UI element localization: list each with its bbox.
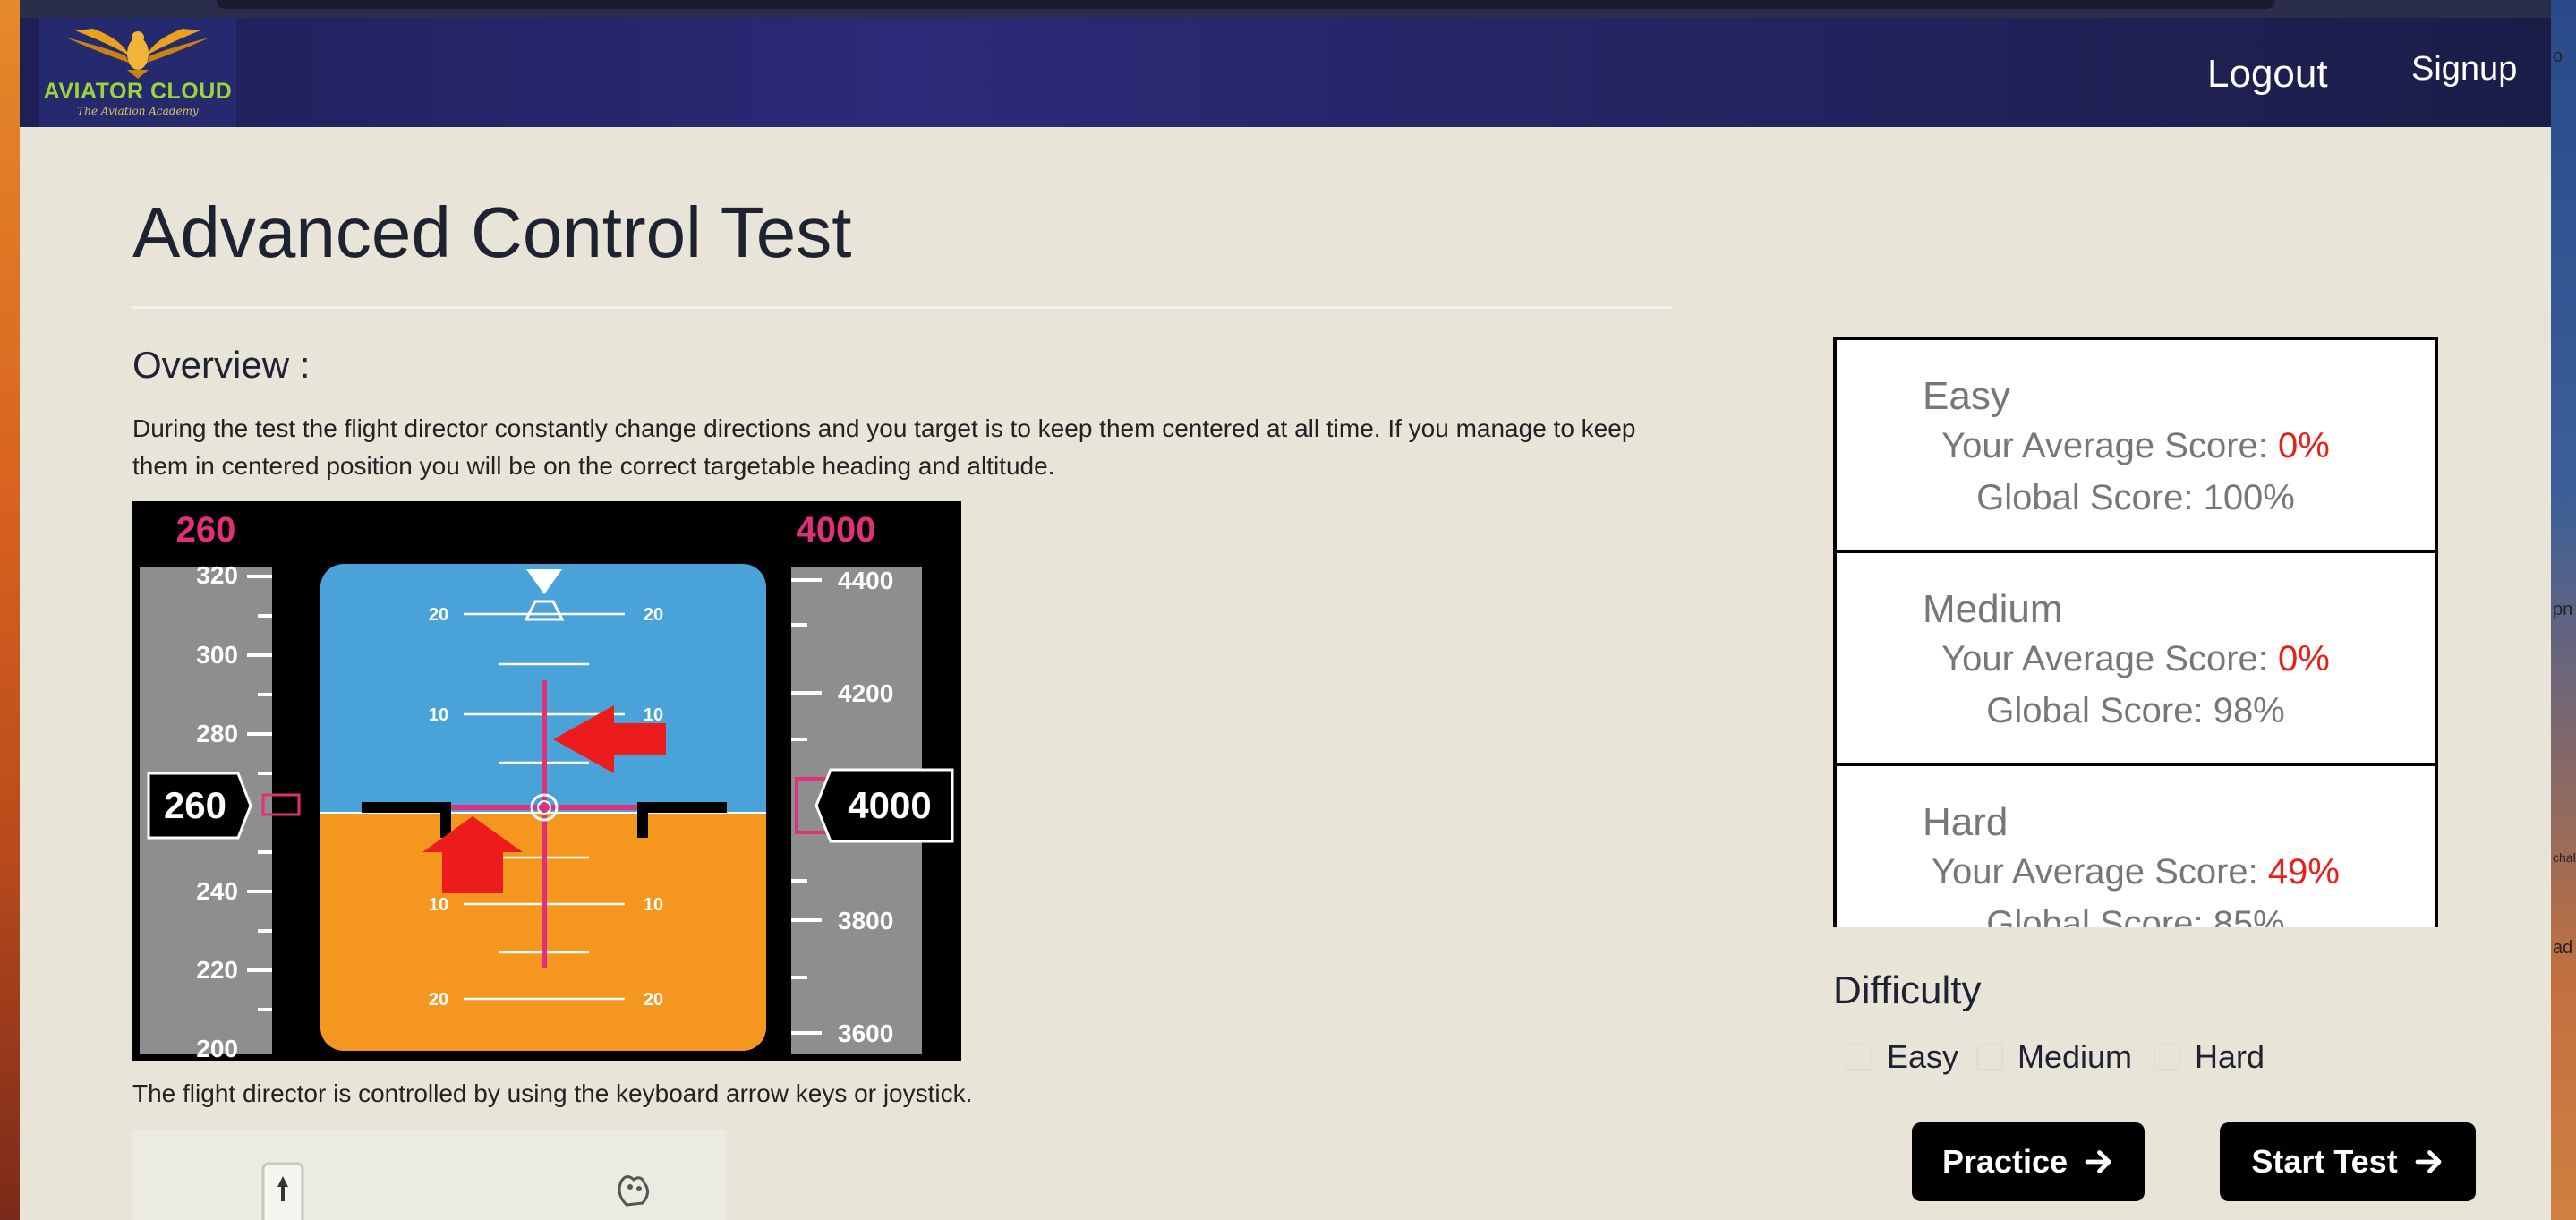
joystick-image [132,1130,727,1220]
altitude-readout: 4000 [848,784,931,826]
overview-heading: Overview : [132,344,311,386]
page-title: Advanced Control Test [132,192,852,272]
altitude-tick-label: 3800 [838,907,893,934]
desktop-text-fragment: ad [2553,938,2573,958]
difficulty-easy-checkbox[interactable] [1846,1044,1872,1071]
pitch-label: 10 [644,705,663,725]
primary-flight-display-image: 260 4000 320 300 280 240 220 200 20 20 1… [132,501,961,1062]
speed-tick-label: 280 [196,720,238,747]
browser-window: AVIATOR CLOUD The Aviation Academy Logou… [20,0,2551,1220]
average-score-value: 49% [2267,852,2340,892]
signup-link[interactable]: Signup [2411,50,2517,89]
difficulty-option-label: Easy [1887,1038,1959,1075]
speed-tick-label: 220 [196,956,238,984]
pitch-label: 10 [429,705,448,725]
start-test-button[interactable]: Start Test [2220,1122,2476,1201]
average-score-value: 0% [2278,426,2330,465]
difficulty-label: Difficulty [1833,968,1982,1012]
difficulty-medium-checkbox[interactable] [1976,1044,2003,1071]
global-score: Global Score: 85% [1986,904,2285,927]
score-level: Easy [1923,374,2010,418]
score-card-medium: Medium Your Average Score: 0% Global Sco… [1833,550,2438,766]
speed-bug-readout: 260 [176,510,236,550]
eagle-icon [66,29,209,79]
desktop-background-right: o pn chal ad [2551,0,2576,1220]
pitch-label: 20 [644,990,663,1010]
pitch-label: 20 [644,605,663,625]
speed-readout: 260 [164,784,226,826]
score-card-easy: Easy Your Average Score: 0% Global Score… [1833,337,2438,553]
average-score-value: 0% [2278,639,2330,678]
desktop-text-fragment: pn [2553,600,2573,619]
browser-top-strip [20,0,2551,18]
average-score-label: Your Average Score: [1941,426,2278,465]
difficulty-hard-checkbox[interactable] [2154,1044,2180,1071]
pitch-label: 20 [429,605,448,625]
title-divider [132,306,1672,309]
difficulty-medium-option[interactable]: Medium [1976,1038,2132,1076]
pitch-label: 10 [429,895,448,915]
arrow-right-icon [2415,1150,2442,1173]
average-score: Your Average Score: 0% [1837,426,2435,466]
score-card-hard: Hard Your Average Score: 49% Global Scor… [1833,763,2438,927]
difficulty-option-label: Medium [2017,1038,2133,1075]
speed-tick-label: 320 [196,561,238,589]
desktop-background-left [0,0,20,1220]
difficulty-hard-option[interactable]: Hard [2154,1038,2265,1076]
navbar: AVIATOR CLOUD The Aviation Academy Logou… [20,18,2551,127]
altitude-bug-readout: 4000 [797,510,876,550]
average-score-label: Your Average Score: [1932,852,2268,892]
controls-caption: The flight director is controlled by usi… [132,1079,973,1107]
altitude-tick-label: 4200 [838,679,893,707]
altitude-tick-label: 4400 [838,567,893,594]
average-score-label: Your Average Score: [1941,639,2278,678]
speed-tick-label: 240 [196,877,238,905]
practice-button[interactable]: Practice [1912,1122,2145,1201]
score-level: Hard [1923,800,2009,844]
brand-name: AVIATOR CLOUD [43,79,233,104]
start-test-button-label: Start Test [2251,1143,2398,1180]
global-score: Global Score: 100% [1976,478,2295,517]
score-level: Medium [1923,587,2063,631]
desktop-text-fragment: o [2553,47,2563,66]
difficulty-easy-option[interactable]: Easy [1846,1038,1958,1076]
average-score: Your Average Score: 0% [1837,639,2435,679]
altitude-tick-label: 3600 [838,1020,893,1047]
arrow-right-icon [2085,1150,2111,1173]
difficulty-option-label: Hard [2195,1038,2265,1075]
practice-button-label: Practice [1941,1143,2068,1180]
logout-link[interactable]: Logout [2207,52,2328,97]
desktop-text-fragment: chal [2553,850,2576,865]
joystick-icon [618,1175,649,1207]
pitch-label: 20 [429,990,448,1010]
overview-description: During the test the flight director cons… [132,414,1636,480]
speed-tick-label: 300 [196,641,238,669]
global-score: Global Score: 98% [1986,691,2285,730]
score-panel[interactable]: Easy Your Average Score: 0% Global Score… [1833,337,2438,927]
brand-tagline: The Aviation Academy [77,105,199,117]
speed-tick-label: 200 [196,1035,238,1061]
pitch-label: 10 [644,895,663,915]
brand-logo[interactable]: AVIATOR CLOUD The Aviation Academy [39,18,236,127]
average-score: Your Average Score: 49% [1837,852,2435,892]
